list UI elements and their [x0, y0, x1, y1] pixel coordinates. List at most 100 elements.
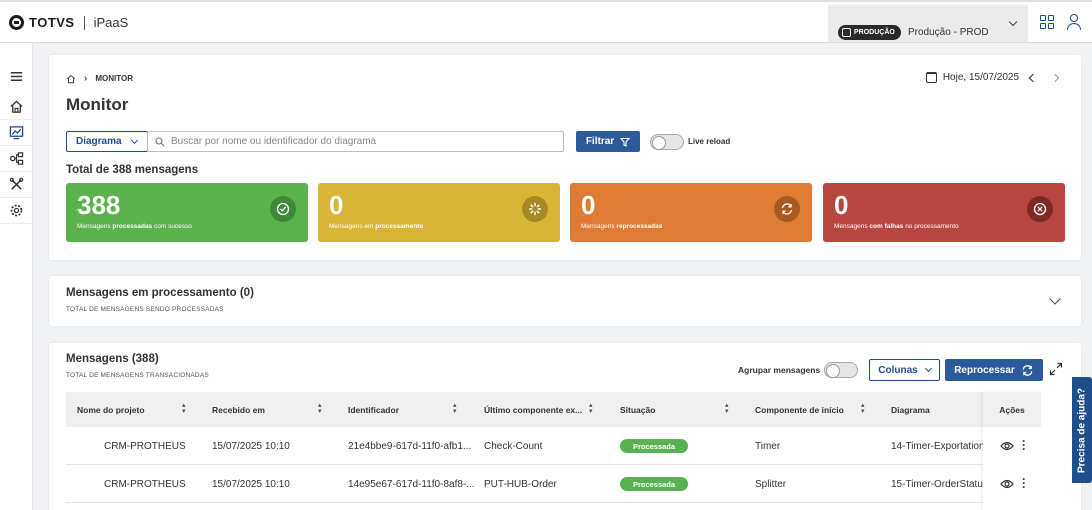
table-row[interactable]: CRM-PROTHEUS 15/07/2025 10:10 21e4bbe9-6… — [66, 427, 1041, 465]
actions-column: Ações · · · · · · — [983, 392, 1041, 510]
calendar-icon[interactable] — [925, 72, 937, 83]
columns-button[interactable]: Colunas — [869, 359, 940, 381]
monitor-chart-icon — [9, 126, 24, 140]
stat-card-failed[interactable]: 0 Mensagens com falhas no processamento — [823, 183, 1065, 242]
environment-select[interactable]: PRODUÇÃO Produção - PROD — [828, 5, 1028, 42]
next-day-arrow-icon[interactable] — [1050, 73, 1060, 82]
cell-status: Processada — [620, 465, 730, 503]
cell-last-component: PUT-HUB-Order — [484, 478, 557, 490]
prev-day-arrow-icon[interactable] — [1028, 73, 1038, 82]
column-header[interactable]: Componente de início — [755, 392, 865, 427]
stat-value: 0 — [329, 190, 344, 220]
search-icon — [155, 136, 165, 146]
more-options-icon[interactable]: · · · — [1022, 473, 1026, 493]
user-icon[interactable] — [1067, 14, 1081, 30]
messages-title: Mensagens (388) — [66, 353, 159, 365]
breadcrumb-current: MONITOR — [95, 74, 133, 83]
stat-description: Mensagens em processamento — [329, 223, 424, 230]
cell-identifier: 14e95e67-617d-11f0-8af8-... — [348, 478, 475, 490]
sort-icon[interactable]: ▴ ▾ — [861, 402, 865, 415]
column-header[interactable]: Identificador — [348, 392, 458, 427]
status-badge: Processada — [620, 439, 688, 453]
sidebar-item-tools[interactable] — [0, 172, 33, 198]
column-header[interactable]: Situação — [620, 392, 730, 427]
more-options-icon[interactable]: · · · — [1022, 435, 1026, 455]
home-icon[interactable] — [66, 74, 76, 84]
live-reload-toggle[interactable] — [650, 134, 684, 150]
totvs-logo-icon — [9, 15, 24, 30]
column-header[interactable]: Diagrama — [891, 392, 981, 427]
total-messages-label: Total de 388 mensagens — [66, 164, 199, 176]
breadcrumb: › MONITOR — [66, 73, 133, 84]
group-messages-label: Agrupar mensagens — [738, 365, 821, 375]
chevron-down-icon[interactable] — [1049, 293, 1061, 305]
refresh-icon — [774, 196, 800, 222]
processing-section[interactable]: Mensagens em processamento (0) TOTAL DE … — [49, 276, 1081, 326]
sidebar-item-diagrams[interactable] — [0, 146, 33, 172]
expand-icon[interactable] — [1049, 362, 1063, 376]
sort-icon[interactable]: ▴ ▾ — [453, 402, 457, 415]
stat-value: 0 — [834, 190, 849, 220]
chevron-down-icon — [1008, 17, 1018, 27]
page-title: Monitor — [66, 95, 129, 114]
cell-diagram: 14-Timer-Exportation — [891, 440, 983, 452]
chevron-down-icon — [924, 364, 932, 373]
reprocess-button-label: Reprocessar — [954, 364, 1015, 376]
eye-icon[interactable] — [1000, 479, 1014, 489]
group-messages-toggle[interactable] — [824, 362, 858, 378]
env-name: Produção - PROD — [908, 27, 989, 38]
eye-icon[interactable] — [1000, 441, 1014, 451]
sidebar-item-monitor[interactable] — [0, 120, 33, 146]
sidebar — [0, 43, 33, 510]
sort-icon[interactable]: ▴ ▾ — [589, 402, 593, 415]
sidebar-item-settings[interactable] — [0, 198, 33, 224]
messages-subtitle: TOTAL DE MENSAGENS TRANSACIONADAS — [66, 372, 209, 379]
table-row[interactable]: CRM-PROTHEUS 15/07/2025 10:10 14e95e67-6… — [66, 465, 1041, 503]
logo-divider — [83, 15, 85, 30]
check-circle-icon — [270, 196, 296, 222]
column-header[interactable]: Último componente ex... — [484, 392, 588, 427]
search-box — [147, 131, 564, 152]
stat-value: 388 — [77, 190, 121, 220]
stat-card-processing[interactable]: 0 Mensagens em processamento — [318, 183, 560, 242]
stat-description: Mensagens com falhas no processamento — [834, 223, 959, 230]
column-header[interactable]: Recebido em — [212, 392, 322, 427]
sidebar-item-home[interactable] — [0, 94, 33, 120]
stat-card-reprocessed[interactable]: 0 Mensagens reprocessadas — [570, 183, 812, 242]
brand-name: TOTVS — [29, 15, 75, 30]
date-label[interactable]: Hoje, 15/07/2025 — [943, 72, 1019, 83]
cell-start-component: Timer — [755, 440, 781, 452]
loading-icon — [522, 196, 548, 222]
column-header: Ações — [983, 392, 1041, 427]
help-tab[interactable]: Precisa de ajuda? — [1072, 377, 1092, 483]
type-select[interactable]: Diagrama — [66, 131, 148, 152]
table-header: Nome do projeto ▴ ▾ Recebido em ▴ ▾ Identi… — [66, 392, 1041, 427]
columns-button-label: Colunas — [878, 364, 918, 376]
reprocess-button[interactable]: Reprocessar — [945, 359, 1043, 381]
sort-icon[interactable]: ▴ ▾ — [182, 402, 186, 415]
cube-icon — [842, 28, 851, 37]
logo[interactable]: TOTVS iPaaS — [9, 15, 128, 30]
search-input[interactable] — [171, 136, 561, 147]
monitor-card: › MONITOR Monitor Hoje, 15/07/2025 Diagr… — [49, 55, 1081, 260]
stat-card-processed[interactable]: 388 Mensagens processadas com sucesso — [66, 183, 308, 242]
cell-project: CRM-PROTHEUS — [104, 478, 186, 490]
cell-identifier: 21e4bbe9-617d-11f0-afb1... — [348, 440, 472, 452]
column-header[interactable]: Nome do projeto — [77, 392, 187, 427]
messages-section: Mensagens (388) TOTAL DE MENSAGENS TRANS… — [49, 343, 1081, 510]
stat-value: 0 — [581, 190, 596, 220]
apps-grid-icon[interactable] — [1040, 15, 1054, 29]
cell-start-component: Splitter — [755, 478, 787, 490]
cell-received: 15/07/2025 10:10 — [212, 440, 290, 452]
live-reload-label: Live reload — [688, 137, 731, 146]
sort-icon[interactable]: ▴ ▾ — [725, 402, 729, 415]
breadcrumb-separator: › — [84, 73, 88, 84]
error-circle-icon — [1027, 196, 1053, 222]
home-icon — [10, 100, 23, 113]
gear-icon — [10, 204, 23, 217]
top-bar: TOTVS iPaaS PRODUÇÃO Produção - PROD — [0, 0, 1092, 43]
filter-button[interactable]: Filtrar — [576, 131, 640, 152]
menu-icon[interactable] — [0, 63, 33, 89]
sort-icon[interactable]: ▴ ▾ — [318, 402, 322, 415]
type-select-value: Diagrama — [76, 136, 122, 147]
